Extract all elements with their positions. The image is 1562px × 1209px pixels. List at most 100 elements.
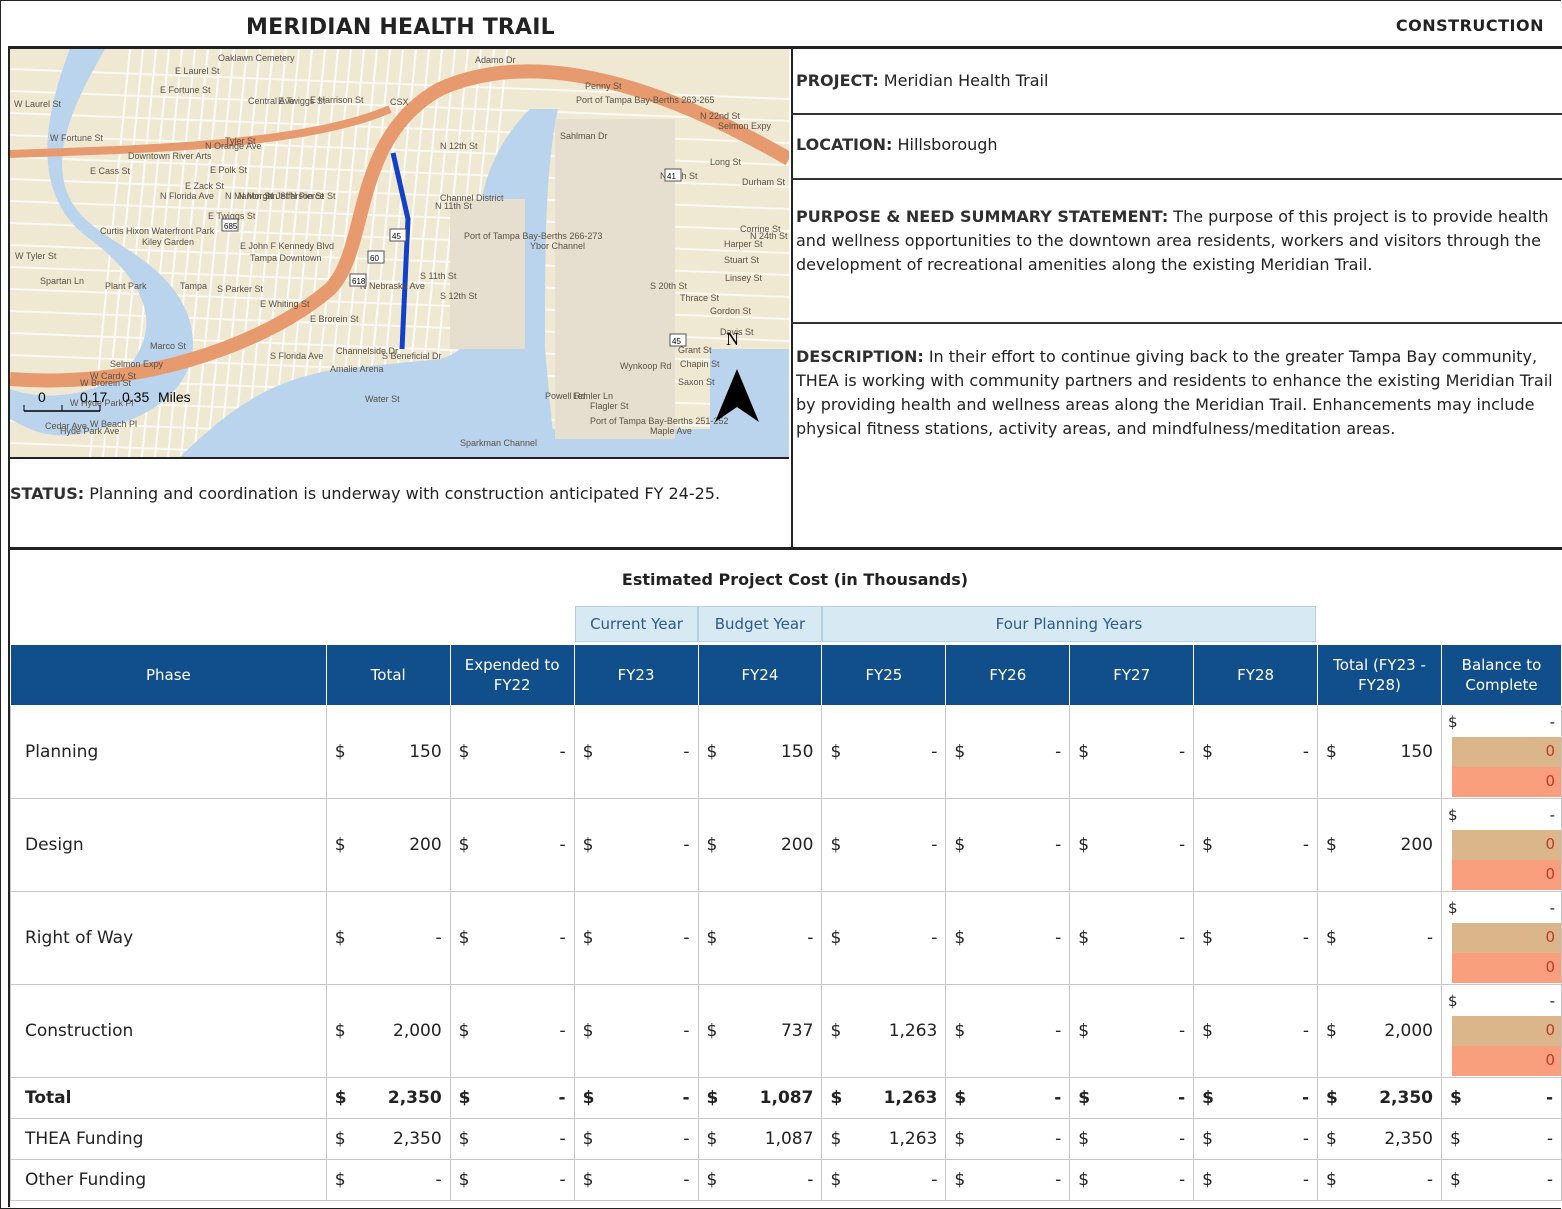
currency-symbol: $ — [706, 1021, 718, 1041]
currency-symbol: $ — [1202, 928, 1213, 948]
currency-symbol: $ — [1078, 1088, 1091, 1108]
currency-symbol: $ — [334, 928, 346, 948]
cost-value: - — [683, 835, 690, 855]
scale-tick-1: 0.17 — [80, 389, 107, 405]
currency-symbol: $ — [706, 1129, 718, 1149]
cost-value: 2,350 — [393, 1129, 442, 1149]
currency-symbol: $ — [1202, 742, 1213, 762]
cost-cell: $ - — [573, 798, 699, 892]
cost-value: - — [683, 1170, 690, 1190]
cost-cell: $ - — [573, 1118, 699, 1160]
map-label: Penny St — [585, 81, 622, 91]
cost-value: - — [435, 928, 442, 948]
cost-cell: $ - — [1069, 1118, 1195, 1160]
balance-cell: $ - 0 0 — [1440, 705, 1562, 799]
map-label: Port of Tampa Bay-Berths 251-252 — [590, 416, 728, 426]
cost-value: - — [559, 1129, 566, 1149]
cost-cell: $ - — [449, 1159, 575, 1201]
cost-cell: $ - — [821, 705, 947, 799]
cost-value: - — [1302, 835, 1310, 855]
cost-cell: $2,350 — [325, 1118, 451, 1160]
cost-value: - — [1546, 1170, 1553, 1190]
cost-value: - — [1426, 1170, 1433, 1190]
cost-cell: $150 — [697, 705, 823, 799]
cost-value: - — [1055, 1170, 1062, 1190]
project-title: MERIDIAN HEALTH TRAIL — [246, 15, 555, 40]
map-label: E Whiting St — [260, 299, 310, 309]
cost-value: - — [559, 742, 566, 762]
column-header: FY28 — [1193, 644, 1319, 706]
cost-cell: $200 — [325, 798, 451, 892]
cost-value: - — [1302, 742, 1310, 762]
cost-cell: $ - — [945, 1118, 1071, 1160]
map-label: E Fortune St — [160, 85, 211, 95]
map-label: Central Ave — [248, 96, 294, 106]
column-header: FY27 — [1069, 644, 1195, 706]
currency-symbol: $ — [582, 928, 594, 948]
cost-cell: $ - — [1317, 1159, 1442, 1201]
map-label: Chapin St — [680, 359, 720, 369]
map-label: Thrace St — [680, 293, 720, 303]
map-label: W Cardy St — [90, 371, 137, 381]
map-label: Durham St — [742, 177, 786, 187]
cost-cell: $200 — [697, 798, 823, 892]
location-field: LOCATION: Hillsborough — [796, 133, 1562, 157]
cost-value: - — [1055, 1129, 1062, 1149]
cost-value: - — [931, 928, 938, 948]
map-label: Plant Park — [105, 281, 147, 291]
currency-symbol: $ — [954, 1170, 966, 1190]
cost-cell: $737 — [697, 984, 823, 1078]
cost-cell: $ - — [697, 891, 823, 985]
cost-cell: $1,263 — [821, 1118, 947, 1160]
map-label: S Parker St — [217, 284, 264, 294]
currency-symbol: $ — [334, 1088, 347, 1108]
balance-value: $ - — [1447, 899, 1555, 917]
cost-cell: $ - — [697, 1159, 823, 1201]
map-label: N 22nd St — [700, 111, 741, 121]
column-header: FY26 — [945, 644, 1071, 706]
balance-value: 0 — [1451, 1016, 1561, 1046]
cost-cell: $ - — [1069, 798, 1195, 892]
summary-row: Other Funding $ - $ - $ - $ - $ - $ - $ - $ - $ - $ - — [10, 1159, 1562, 1201]
currency-symbol: $ — [334, 835, 346, 855]
balance-value: 0 — [1451, 767, 1561, 797]
map-label: Lemler Ln — [573, 391, 613, 401]
cost-cell: $2,000 — [1317, 984, 1442, 1078]
cost-value: 1,087 — [764, 1129, 814, 1149]
map-label: S 12th St — [440, 291, 478, 301]
cost-table-title: Estimated Project Cost (in Thousands) — [621, 570, 969, 589]
currency-symbol: $ — [706, 1170, 718, 1190]
map-label: Maple Ave — [650, 426, 692, 436]
cost-value: 2,000 — [393, 1021, 442, 1041]
cost-cell: $ - — [573, 984, 699, 1078]
map-label: Wynkoop Rd — [620, 361, 671, 371]
map-label: Sparkman Channel — [460, 438, 537, 448]
cost-cell: $ - — [821, 891, 947, 985]
route-shield-label: 685 — [224, 222, 238, 231]
map-label: CSX — [390, 97, 409, 107]
cost-value: - — [683, 1021, 690, 1041]
cost-cell: $2,350 — [1317, 1118, 1442, 1160]
cost-cell: $2,350 — [1317, 1077, 1442, 1119]
status-section: STATUS: Planning and coordination is und… — [10, 482, 780, 505]
cost-value: - — [1179, 1021, 1186, 1041]
currency-symbol: $ — [954, 742, 966, 762]
balance-value: 0 — [1451, 923, 1561, 953]
cost-value: - — [1302, 1129, 1310, 1149]
cost-cell: $ - — [945, 984, 1071, 1078]
map-label: Tampa — [180, 281, 207, 291]
balance-value: $ - — [1447, 806, 1555, 824]
cost-cell: $ - — [821, 798, 947, 892]
cost-cell: $ - — [1069, 1159, 1195, 1201]
map-label: N 11th St — [435, 201, 472, 211]
currency-symbol: $ — [1326, 1088, 1338, 1108]
scale-tick-2: 0.35 — [122, 389, 149, 405]
location-value: Hillsborough — [892, 135, 998, 154]
scale-tick-0: 0 — [38, 389, 46, 405]
map-label: Kiley Garden — [142, 237, 194, 247]
currency-symbol: $ — [1078, 742, 1090, 762]
cost-cell: $ - — [1193, 1159, 1319, 1201]
cost-value: - — [1055, 1021, 1062, 1041]
cost-cell: $ - — [1193, 705, 1319, 799]
currency-symbol: $ — [954, 835, 966, 855]
